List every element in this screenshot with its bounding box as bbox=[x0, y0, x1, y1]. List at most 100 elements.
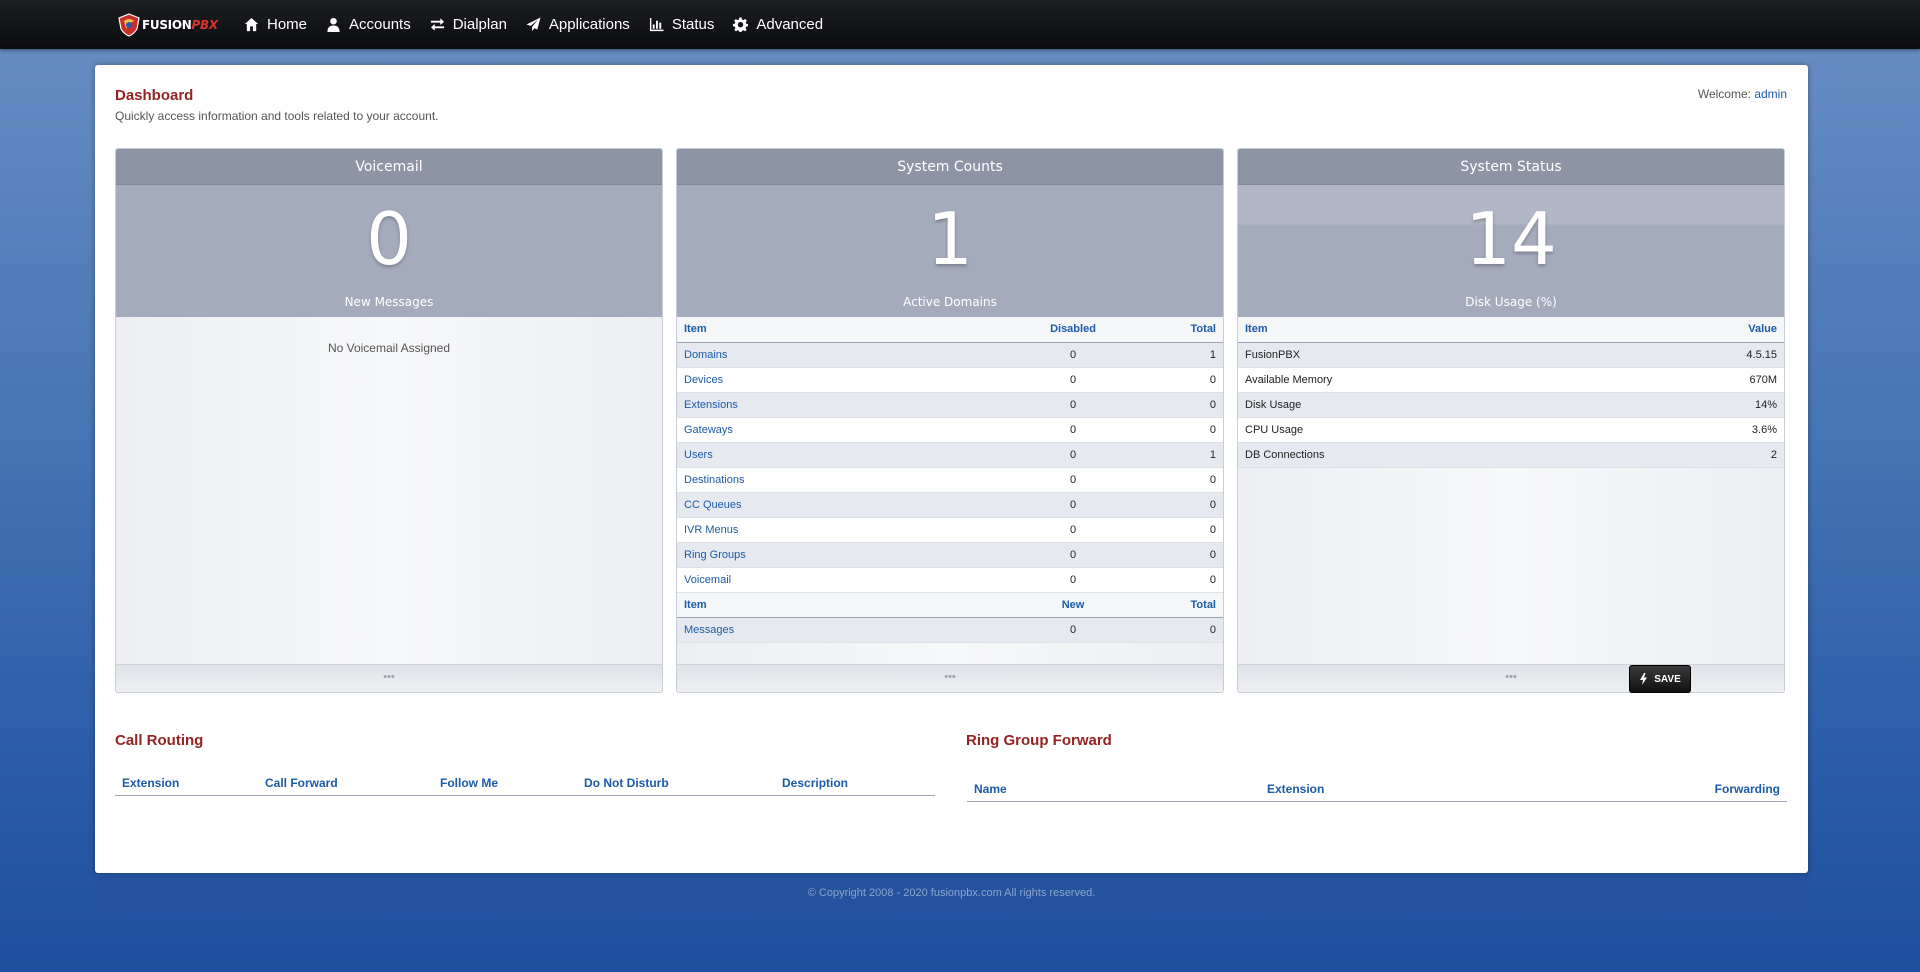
nav-home[interactable]: Home bbox=[244, 16, 307, 33]
table-row[interactable]: Voicemail 0 0 bbox=[677, 567, 1223, 593]
row-disabled: 0 bbox=[1003, 542, 1143, 568]
save-button-label: SAVE bbox=[1654, 673, 1681, 685]
row-value: 4.5.15 bbox=[1617, 342, 1784, 368]
row-disabled: 0 bbox=[1003, 517, 1143, 543]
col-follow-me[interactable]: Follow Me bbox=[433, 771, 577, 796]
row-item: Disk Usage bbox=[1238, 392, 1618, 418]
row-item[interactable]: Gateways bbox=[677, 417, 1003, 443]
logo-text-pbx: PBX bbox=[191, 18, 219, 32]
voicemail-widget: Voicemail 0 New Messages No Voicemail As… bbox=[115, 148, 663, 693]
system-status-table: Item Value FusionPBX 4.5.15 Available Mem… bbox=[1238, 317, 1784, 468]
row-total: 0 bbox=[1143, 392, 1223, 418]
row-total: 0 bbox=[1143, 567, 1223, 593]
row-disabled: 0 bbox=[1003, 367, 1143, 393]
page-title: Dashboard bbox=[115, 87, 194, 104]
row-item[interactable]: Domains bbox=[677, 342, 1003, 368]
row-total: 0 bbox=[1143, 617, 1223, 643]
col-new: New bbox=[1003, 592, 1143, 618]
col-description[interactable]: Description bbox=[775, 771, 935, 796]
nav-accounts[interactable]: Accounts bbox=[326, 16, 411, 33]
table-row: Disk Usage 14% bbox=[1238, 392, 1784, 418]
table-row[interactable]: Messages 0 0 bbox=[677, 617, 1223, 643]
nav-dialplan-label: Dialplan bbox=[452, 16, 507, 33]
table-row[interactable]: CC Queues 0 0 bbox=[677, 492, 1223, 518]
row-value: 3.6% bbox=[1617, 417, 1784, 443]
disk-usage-value: 14 bbox=[1465, 197, 1557, 281]
system-counts-title: System Counts bbox=[677, 149, 1223, 185]
row-item[interactable]: Users bbox=[677, 442, 1003, 468]
row-item[interactable]: Messages bbox=[677, 617, 1003, 643]
row-item[interactable]: Devices bbox=[677, 367, 1003, 393]
table-row[interactable]: Ring Groups 0 0 bbox=[677, 542, 1223, 568]
row-total: 1 bbox=[1143, 442, 1223, 468]
table-row[interactable]: Extensions 0 0 bbox=[677, 392, 1223, 418]
table-row[interactable]: IVR Menus 0 0 bbox=[677, 517, 1223, 543]
col-name[interactable]: Name bbox=[967, 777, 1260, 802]
logo-shield-icon bbox=[118, 13, 140, 37]
call-routing-title: Call Routing bbox=[115, 732, 204, 749]
row-item[interactable]: Voicemail bbox=[677, 567, 1003, 593]
system-counts-table: Item Disabled Total Domains 0 1 Devices 0 0 … bbox=[677, 317, 1223, 643]
col-total-2: Total bbox=[1143, 592, 1223, 618]
system-counts-hero[interactable]: 1 Active Domains bbox=[677, 185, 1223, 317]
voicemail-hero[interactable]: 0 New Messages bbox=[116, 185, 662, 317]
page-description: Quickly access information and tools rel… bbox=[115, 109, 439, 123]
top-navbar: FUSIONPBX Home Accounts Dialplan Applica… bbox=[0, 0, 1920, 49]
row-total: 1 bbox=[1143, 342, 1223, 368]
nav-home-label: Home bbox=[267, 16, 308, 33]
nav-dialplan[interactable]: Dialplan bbox=[430, 16, 507, 33]
nav-advanced[interactable]: Advanced bbox=[733, 16, 823, 33]
row-total: 0 bbox=[1143, 467, 1223, 493]
col-call-forward[interactable]: Call Forward bbox=[258, 771, 433, 796]
row-new: 0 bbox=[1003, 617, 1143, 643]
col-extension[interactable]: Extension bbox=[115, 771, 258, 796]
table-row[interactable]: Devices 0 0 bbox=[677, 367, 1223, 393]
table-row[interactable]: Gateways 0 0 bbox=[677, 417, 1223, 443]
table-row[interactable]: Users 0 1 bbox=[677, 442, 1223, 468]
system-counts-expand-toggle[interactable]: ••• bbox=[677, 664, 1223, 692]
ring-group-forward-title: Ring Group Forward bbox=[966, 732, 1112, 749]
page-footer: © Copyright 2008 - 2020 fusionpbx.com Al… bbox=[95, 873, 1808, 912]
home-icon bbox=[244, 17, 259, 32]
col-value: Value bbox=[1617, 317, 1784, 343]
col-do-not-disturb[interactable]: Do Not Disturb bbox=[577, 771, 775, 796]
row-value: 2 bbox=[1617, 442, 1784, 468]
row-disabled: 0 bbox=[1003, 342, 1143, 368]
system-status-expand-toggle[interactable]: ••• bbox=[1238, 664, 1784, 692]
system-status-hero[interactable]: 14 Disk Usage (%) bbox=[1238, 185, 1784, 317]
call-routing-table: Extension Call Forward Follow Me Do Not … bbox=[115, 771, 935, 796]
nav-status[interactable]: Status bbox=[649, 16, 714, 33]
system-counts-body: Item Disabled Total Domains 0 1 Devices 0 0 … bbox=[677, 317, 1223, 662]
save-button[interactable]: SAVE bbox=[1629, 665, 1691, 693]
row-item: Available Memory bbox=[1238, 367, 1618, 393]
main-menu: Home Accounts Dialplan Applications Stat… bbox=[244, 0, 842, 49]
table-row[interactable]: Domains 0 1 bbox=[677, 342, 1223, 368]
nav-advanced-label: Advanced bbox=[756, 16, 824, 33]
nav-applications-label: Applications bbox=[548, 16, 630, 33]
table-row: Available Memory 670M bbox=[1238, 367, 1784, 393]
col-item: Item bbox=[677, 317, 1003, 343]
row-item[interactable]: IVR Menus bbox=[677, 517, 1003, 543]
welcome-user-link[interactable]: admin bbox=[1754, 87, 1787, 101]
col-forwarding[interactable]: Forwarding bbox=[1509, 777, 1787, 802]
table-row[interactable]: Destinations 0 0 bbox=[677, 467, 1223, 493]
voicemail-expand-toggle[interactable]: ••• bbox=[116, 664, 662, 692]
gear-icon bbox=[733, 17, 749, 32]
logo-text-fusion: FUSION bbox=[142, 18, 192, 32]
row-total: 0 bbox=[1143, 492, 1223, 518]
row-total: 0 bbox=[1143, 417, 1223, 443]
row-disabled: 0 bbox=[1003, 492, 1143, 518]
nav-applications[interactable]: Applications bbox=[526, 16, 630, 33]
row-item[interactable]: Extensions bbox=[677, 392, 1003, 418]
row-item[interactable]: CC Queues bbox=[677, 492, 1003, 518]
table-row: CPU Usage 3.6% bbox=[1238, 417, 1784, 443]
col-extension[interactable]: Extension bbox=[1260, 777, 1510, 802]
row-item[interactable]: Ring Groups bbox=[677, 542, 1003, 568]
nav-accounts-label: Accounts bbox=[349, 16, 411, 33]
table-row: FusionPBX 4.5.15 bbox=[1238, 342, 1784, 368]
system-status-widget: System Status 14 Disk Usage (%) Item Val… bbox=[1237, 148, 1785, 693]
system-counts-widget: System Counts 1 Active Domains Item Disa… bbox=[676, 148, 1224, 693]
fusionpbx-logo[interactable]: FUSIONPBX bbox=[117, 13, 218, 37]
row-item[interactable]: Destinations bbox=[677, 467, 1003, 493]
row-disabled: 0 bbox=[1003, 442, 1143, 468]
